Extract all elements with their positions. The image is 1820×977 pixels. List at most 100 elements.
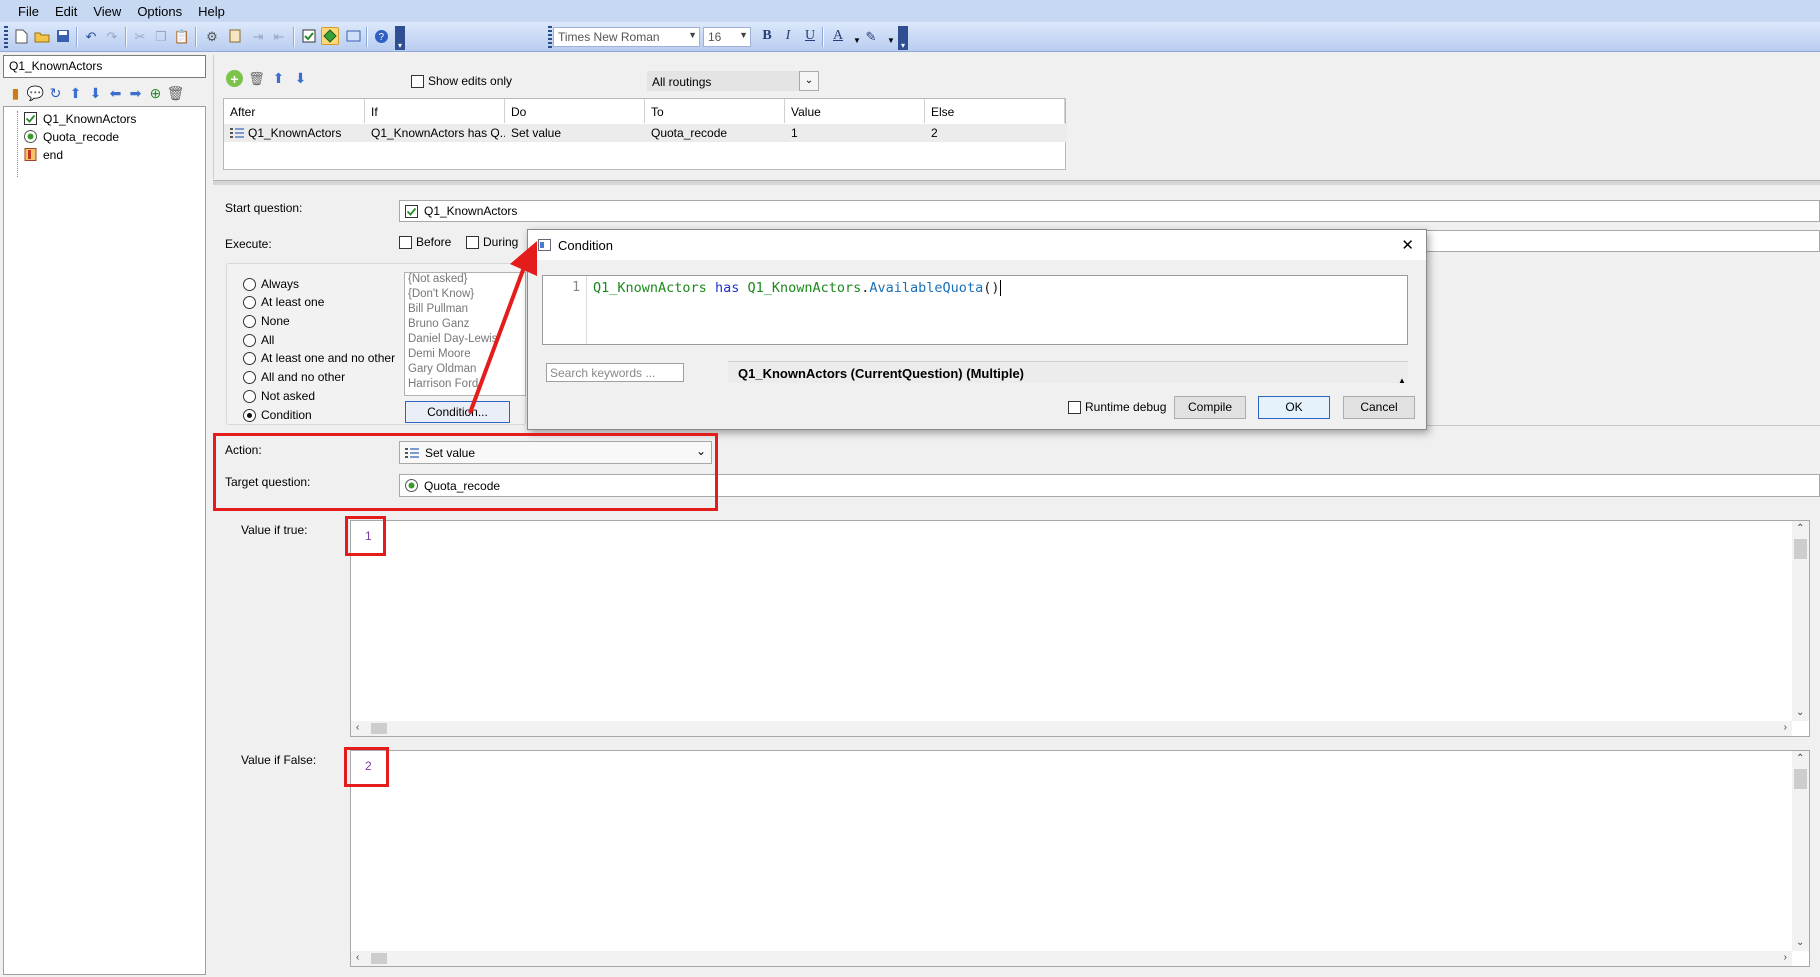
list-item[interactable]: Daniel Day-Lewis: [405, 333, 525, 348]
move-right-icon[interactable]: ➡: [127, 85, 144, 102]
question-search-input[interactable]: Q1_KnownActors: [3, 55, 206, 78]
radio-button-selected[interactable]: [243, 408, 256, 422]
paste-icon[interactable]: 📋: [173, 27, 191, 45]
radio-button[interactable]: [243, 351, 256, 365]
answer-list[interactable]: {Not asked} {Don't Know} Bill Pullman Br…: [404, 272, 526, 396]
list-item[interactable]: Bruno Ganz: [405, 318, 525, 333]
underline-button[interactable]: U: [800, 27, 820, 45]
vertical-scrollbar[interactable]: ⌃ ⌄: [1792, 521, 1809, 721]
scroll-up-icon[interactable]: ⌃: [1796, 524, 1804, 534]
scroll-left-icon[interactable]: ‹: [356, 953, 359, 963]
execute-extra-field[interactable]: [1426, 230, 1820, 252]
move-route-down-icon[interactable]: ⬇: [292, 70, 309, 87]
bold-button[interactable]: B: [757, 27, 777, 45]
highlight-color-icon[interactable]: ✎: [862, 27, 880, 45]
move-route-up-icon[interactable]: ⬆: [270, 70, 287, 87]
help-icon[interactable]: ?: [372, 27, 390, 45]
vertical-scrollbar[interactable]: ⌃ ⌄: [1792, 751, 1809, 951]
checkbox-box[interactable]: [399, 235, 412, 249]
save-icon[interactable]: [54, 27, 72, 45]
routing-filter-select[interactable]: All routings ⌄: [647, 71, 819, 91]
menu-file[interactable]: File: [12, 4, 45, 19]
ok-button[interactable]: OK: [1258, 396, 1330, 419]
radio-button[interactable]: [243, 389, 256, 403]
scroll-left-icon[interactable]: ‹: [356, 723, 359, 733]
toolbar-grip[interactable]: [4, 26, 8, 48]
condition-code-editor[interactable]: 1 Q1_KnownActors has Q1_KnownActors.Avai…: [542, 275, 1408, 345]
font-color-button[interactable]: A: [828, 27, 848, 45]
open-folder-icon[interactable]: [33, 27, 51, 45]
list-item[interactable]: Harrison Ford: [405, 378, 525, 393]
checkbox-box[interactable]: [411, 74, 424, 88]
scroll-down-icon[interactable]: ⌄: [1796, 938, 1804, 948]
move-left-icon[interactable]: ⬅: [107, 85, 124, 102]
scrollbar-thumb[interactable]: [1794, 539, 1807, 559]
condition-option-at-least-one-and-no-other[interactable]: At least one and no other: [243, 351, 395, 365]
toolbar-overflow[interactable]: ▾: [898, 26, 908, 50]
list-item[interactable]: Gary Oldman: [405, 363, 525, 378]
undo-icon[interactable]: ↶: [82, 27, 100, 45]
delete-icon[interactable]: 🗑: [167, 85, 185, 102]
loop-icon[interactable]: ↻: [47, 85, 64, 102]
radio-button[interactable]: [243, 333, 256, 347]
list-item[interactable]: Bill Pullman: [405, 303, 525, 318]
keyword-search-input[interactable]: Search keywords ...: [546, 363, 684, 382]
scroll-right-icon[interactable]: ›: [1784, 953, 1787, 963]
table-row[interactable]: Q1_KnownActors Q1_KnownActors has Q... S…: [224, 124, 1067, 142]
scrollbar-thumb[interactable]: [371, 953, 387, 964]
menu-view[interactable]: View: [87, 4, 127, 19]
add-icon[interactable]: ⊕: [147, 85, 164, 102]
export-icon[interactable]: ⇥: [249, 27, 267, 45]
scrollbar-thumb[interactable]: [371, 723, 387, 734]
tree-item-quota-recode[interactable]: Quota_recode: [24, 128, 119, 145]
chevron-down-icon[interactable]: ⌄: [799, 71, 819, 91]
column-header-after[interactable]: After: [224, 99, 365, 123]
target-question-field[interactable]: Quota_recode: [399, 474, 1820, 497]
routing-icon[interactable]: [321, 27, 339, 45]
condition-option-always[interactable]: Always: [243, 277, 299, 291]
scrollbar-thumb[interactable]: [1794, 769, 1807, 789]
column-header-value[interactable]: Value: [785, 99, 925, 123]
radio-button[interactable]: [243, 295, 256, 309]
value-if-false-editor[interactable]: 2 ⌃ ⌄ ‹ ›: [350, 750, 1810, 967]
redo-icon[interactable]: ↷: [103, 27, 121, 45]
import-icon[interactable]: ⇤: [270, 27, 288, 45]
list-item[interactable]: Demi Moore: [405, 348, 525, 363]
move-down-icon[interactable]: ⬇: [87, 85, 104, 102]
runtime-debug-checkbox[interactable]: Runtime debug: [1068, 400, 1166, 414]
radio-button[interactable]: [243, 314, 256, 328]
toolbar-overflow[interactable]: ▾: [395, 26, 405, 50]
question-check-icon[interactable]: [300, 27, 318, 45]
italic-button[interactable]: I: [778, 27, 798, 45]
list-item[interactable]: {Don't Know}: [405, 288, 525, 303]
condition-option-at-least-one[interactable]: At least one: [243, 295, 324, 309]
font-size-combo[interactable]: 16 ▼: [703, 27, 751, 47]
menu-edit[interactable]: Edit: [49, 4, 83, 19]
close-icon[interactable]: ✕: [1401, 236, 1414, 254]
bookmark-icon[interactable]: ▮: [7, 85, 24, 102]
dialog-title-bar[interactable]: Condition ✕: [528, 230, 1426, 260]
tree-item-end[interactable]: end: [24, 146, 63, 163]
cut-icon[interactable]: ✂: [131, 27, 149, 45]
new-document-icon[interactable]: [12, 27, 30, 45]
condition-option-all[interactable]: All: [243, 333, 274, 347]
delete-route-icon[interactable]: 🗑: [248, 70, 265, 87]
radio-button[interactable]: [243, 370, 256, 384]
tree-item-q1-knownactors[interactable]: Q1_KnownActors: [24, 110, 136, 127]
execute-before-checkbox[interactable]: Before: [399, 235, 451, 249]
show-edits-only-checkbox[interactable]: Show edits only: [411, 74, 512, 88]
cancel-button[interactable]: Cancel: [1343, 396, 1415, 419]
menu-help[interactable]: Help: [192, 4, 231, 19]
radio-button[interactable]: [243, 277, 256, 291]
value-if-true-editor[interactable]: 1 ⌃ ⌄ ‹ ›: [350, 520, 1810, 737]
resize-grip-icon[interactable]: ▲: [1398, 376, 1406, 385]
column-header-else[interactable]: Else: [925, 99, 1065, 123]
scroll-right-icon[interactable]: ›: [1784, 723, 1787, 733]
column-header-do[interactable]: Do: [505, 99, 645, 123]
scroll-down-icon[interactable]: ⌄: [1796, 708, 1804, 718]
checkbox-box[interactable]: [466, 235, 479, 249]
add-route-icon[interactable]: +: [226, 70, 243, 87]
page-icon[interactable]: [226, 27, 244, 45]
checkbox-box[interactable]: [1068, 400, 1081, 414]
execute-during-checkbox[interactable]: During: [466, 235, 518, 249]
